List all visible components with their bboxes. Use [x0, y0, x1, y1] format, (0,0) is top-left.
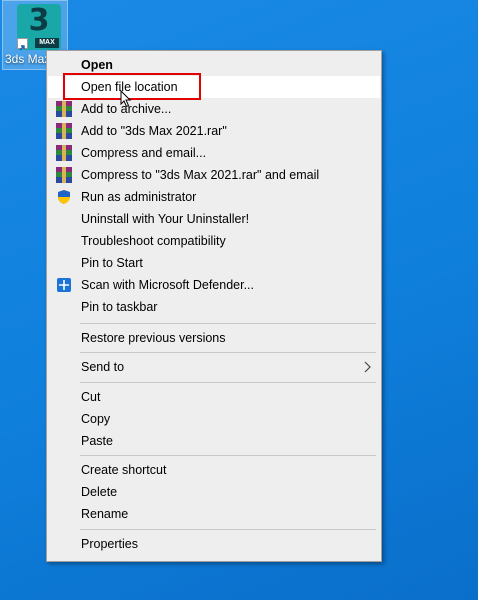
context-menu: Open Open file location Add to archive..…: [46, 50, 382, 562]
menu-separator: [80, 352, 376, 353]
highlight-annotation-box: [63, 73, 201, 100]
menu-item-pin-to-taskbar[interactable]: Pin to taskbar: [48, 296, 380, 318]
menu-item-create-shortcut[interactable]: Create shortcut: [48, 459, 380, 481]
defender-icon: [56, 277, 72, 293]
menu-item-pin-to-start[interactable]: Pin to Start: [48, 252, 380, 274]
menu-item-label: Troubleshoot compatibility: [81, 234, 226, 248]
menu-item-properties[interactable]: Properties: [48, 533, 380, 555]
menu-item-label: Properties: [81, 537, 138, 551]
menu-item-label: Compress and email...: [81, 146, 207, 160]
menu-item-label: Create shortcut: [81, 463, 167, 477]
logo-text: MAX: [35, 38, 59, 48]
desktop-icon-label: 3ds Max: [5, 52, 51, 66]
menu-item-copy[interactable]: Copy: [48, 408, 380, 430]
menu-item-send-to[interactable]: Send to: [48, 356, 380, 378]
menu-item-label: Delete: [81, 485, 118, 499]
menu-item-label: Run as administrator: [81, 190, 197, 204]
menu-item-label: Add to "3ds Max 2021.rar": [81, 124, 227, 138]
menu-item-label: Send to: [81, 360, 125, 374]
menu-item-label: Uninstall with Your Uninstaller!: [81, 212, 250, 226]
winrar-icon: [56, 101, 72, 117]
menu-item-label: Compress to "3ds Max 2021.rar" and email: [81, 168, 320, 182]
menu-item-troubleshoot-compatibility[interactable]: Troubleshoot compatibility: [48, 230, 380, 252]
menu-item-label: Pin to taskbar: [81, 300, 158, 314]
winrar-icon: [56, 123, 72, 139]
menu-separator: [80, 529, 376, 530]
menu-separator: [80, 382, 376, 383]
chevron-right-icon: [364, 356, 372, 384]
logo-number: 3: [28, 3, 50, 38]
menu-item-scan-with-defender[interactable]: Scan with Microsoft Defender...: [48, 274, 380, 296]
menu-item-run-as-administrator[interactable]: Run as administrator: [48, 186, 380, 208]
menu-item-cut[interactable]: Cut: [48, 386, 380, 408]
menu-item-label: Paste: [81, 434, 113, 448]
menu-item-rename[interactable]: Rename: [48, 503, 380, 525]
menu-item-add-to-archive[interactable]: Add to archive...: [48, 98, 380, 120]
menu-item-label: Cut: [81, 390, 101, 404]
menu-item-label: Pin to Start: [81, 256, 143, 270]
menu-item-compress-to-rar-and-email[interactable]: Compress to "3ds Max 2021.rar" and email: [48, 164, 380, 186]
menu-item-label: Open: [81, 58, 113, 72]
menu-item-compress-and-email[interactable]: Compress and email...: [48, 142, 380, 164]
winrar-icon: [56, 145, 72, 161]
menu-separator: [80, 455, 376, 456]
winrar-icon: [56, 167, 72, 183]
menu-item-label: Restore previous versions: [81, 331, 226, 345]
menu-item-uninstall-with-your-uninstaller[interactable]: Uninstall with Your Uninstaller!: [48, 208, 380, 230]
menu-item-add-to-rar[interactable]: Add to "3ds Max 2021.rar": [48, 120, 380, 142]
mouse-cursor-icon: [120, 90, 132, 108]
menu-item-paste[interactable]: Paste: [48, 430, 380, 452]
shortcut-arrow-icon: [17, 38, 28, 51]
menu-item-label: Rename: [81, 507, 129, 521]
menu-item-restore-previous-versions[interactable]: Restore previous versions: [48, 327, 380, 349]
menu-item-label: Scan with Microsoft Defender...: [81, 278, 254, 292]
menu-item-label: Copy: [81, 412, 111, 426]
menu-separator: [80, 323, 376, 324]
uac-shield-icon: [56, 189, 72, 205]
menu-item-delete[interactable]: Delete: [48, 481, 380, 503]
